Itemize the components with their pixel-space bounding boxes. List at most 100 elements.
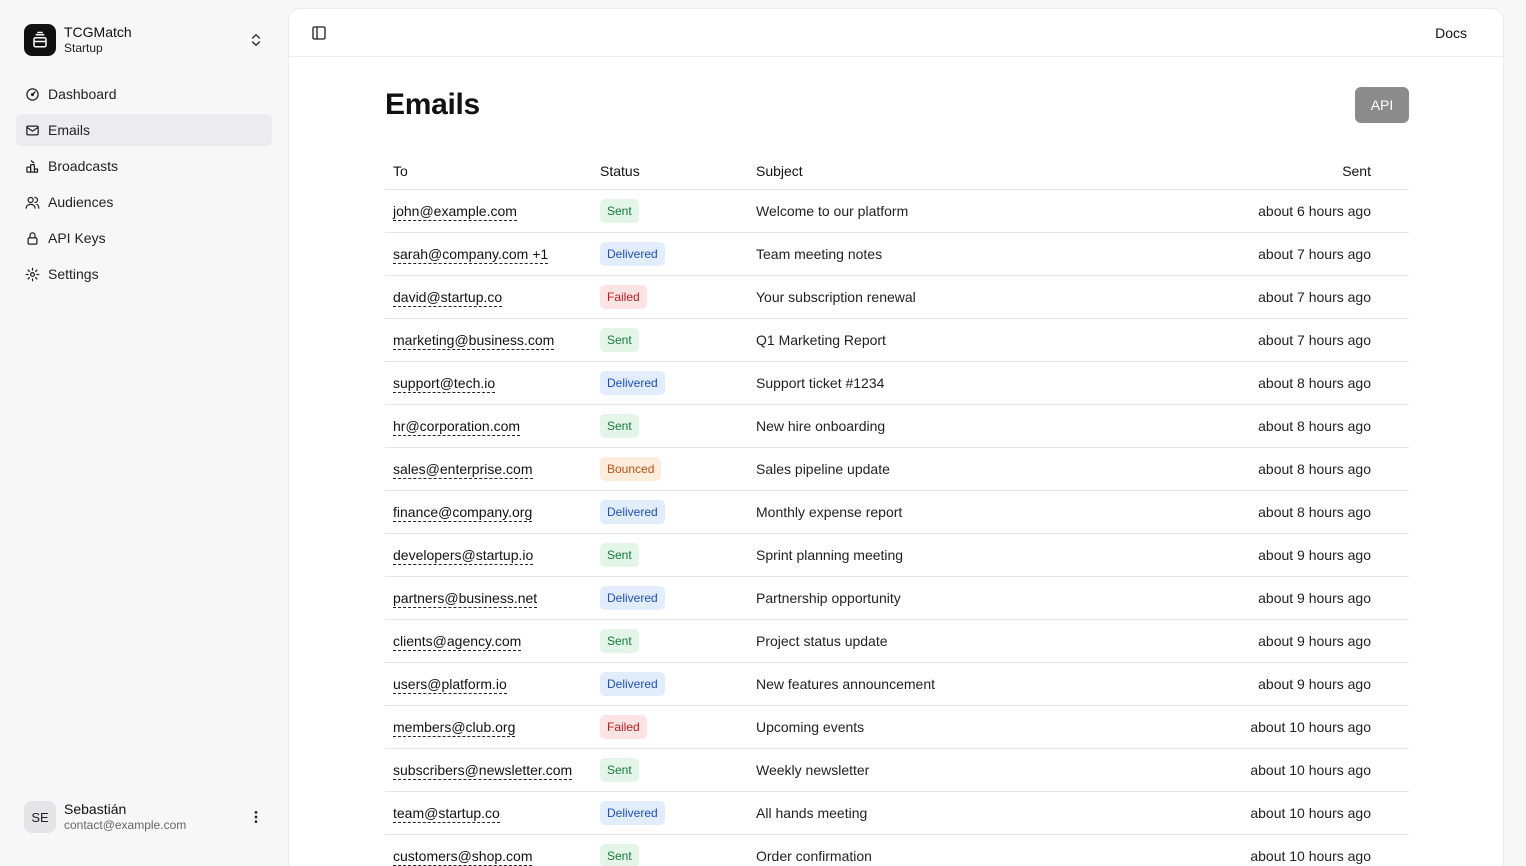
cell-status: Delivered — [592, 662, 748, 706]
table-row[interactable]: users@platform.io Delivered New features a… — [385, 662, 1409, 706]
cell-to: hr@corporation.com — [385, 404, 592, 448]
recipient-link[interactable]: marketing@business.com — [393, 331, 555, 350]
cell-status: Delivered — [592, 576, 748, 620]
status-badge: Sent — [600, 843, 639, 866]
cell-sent: about 8 hours ago — [1147, 490, 1409, 534]
cell-subject: Upcoming events — [748, 705, 1147, 749]
cell-status: Bounced — [592, 447, 748, 491]
column-header-status: Status — [592, 153, 748, 190]
cell-to: customers@shop.com — [385, 834, 592, 866]
recipient-link[interactable]: developers@startup.io — [393, 546, 534, 565]
cell-status: Delivered — [592, 490, 748, 534]
recipient-link[interactable]: members@club.org — [393, 718, 516, 737]
page-content: Emails API To Status Subject Sent john@e… — [385, 57, 1409, 866]
cell-sent: about 6 hours ago — [1147, 189, 1409, 233]
cell-status: Failed — [592, 275, 748, 319]
sidebar-item-settings[interactable]: Settings — [16, 258, 272, 290]
cell-sent: about 9 hours ago — [1147, 533, 1409, 577]
cell-subject: Weekly newsletter — [748, 748, 1147, 792]
status-badge: Delivered — [600, 671, 665, 696]
recipient-link[interactable]: david@startup.co — [393, 288, 503, 307]
avatar: SE — [24, 801, 56, 833]
column-header-sent: Sent — [1147, 153, 1409, 190]
cell-subject: Order confirmation — [748, 834, 1147, 866]
gauge-icon — [24, 86, 40, 102]
cell-status: Sent — [592, 533, 748, 577]
recipient-link[interactable]: hr@corporation.com — [393, 417, 521, 436]
recipient-link[interactable]: support@tech.io — [393, 374, 496, 393]
sidebar-item-api-keys[interactable]: API Keys — [16, 222, 272, 254]
status-badge: Sent — [600, 757, 639, 782]
cell-subject: All hands meeting — [748, 791, 1147, 835]
cell-subject: New features announcement — [748, 662, 1147, 706]
cell-subject: Sprint planning meeting — [748, 533, 1147, 577]
cell-subject: Sales pipeline update — [748, 447, 1147, 491]
recipient-link[interactable]: sales@enterprise.com — [393, 460, 533, 479]
cell-sent: about 8 hours ago — [1147, 447, 1409, 491]
status-badge: Failed — [600, 714, 647, 739]
table-row[interactable]: developers@startup.io Sent Sprint planning… — [385, 533, 1409, 577]
cell-to: finance@company.org — [385, 490, 592, 534]
recipient-link[interactable]: partners@business.net — [393, 589, 538, 608]
cell-status: Sent — [592, 318, 748, 362]
sidebar-item-label: Emails — [48, 122, 91, 138]
cell-to: marketing@business.com — [385, 318, 592, 362]
org-switcher[interactable]: TCGMatch Startup — [16, 16, 272, 64]
table-row[interactable]: support@tech.io Delivered Support ticket #… — [385, 361, 1409, 405]
table-row[interactable]: hr@corporation.com Sent New hire onboardin… — [385, 404, 1409, 448]
docs-link[interactable]: Docs — [1435, 25, 1467, 41]
status-badge: Delivered — [600, 585, 665, 610]
table-row[interactable]: marketing@business.com Sent Q1 Marketing R… — [385, 318, 1409, 362]
status-badge: Delivered — [600, 370, 665, 395]
recipient-link[interactable]: clients@agency.com — [393, 632, 522, 651]
sidebar-item-label: Broadcasts — [48, 158, 119, 174]
user-email: contact@example.com — [64, 818, 187, 833]
cell-to: members@club.org — [385, 705, 592, 749]
status-badge: Delivered — [600, 800, 665, 825]
table-row[interactable]: clients@agency.com Sent Project status upd… — [385, 619, 1409, 663]
recipient-link[interactable]: sarah@company.com +1 — [393, 245, 549, 264]
sidebar-item-dashboard[interactable]: Dashboard — [16, 78, 272, 110]
status-badge: Delivered — [600, 241, 665, 266]
cell-to: sarah@company.com +1 — [385, 232, 592, 276]
cell-subject: Project status update — [748, 619, 1147, 663]
table-row[interactable]: david@startup.co Failed Your subscription … — [385, 275, 1409, 319]
table-row[interactable]: sarah@company.com +1 Delivered Team meetin… — [385, 232, 1409, 276]
recipient-link[interactable]: finance@company.org — [393, 503, 533, 522]
cell-sent: about 7 hours ago — [1147, 275, 1409, 319]
recipient-link[interactable]: subscribers@newsletter.com — [393, 761, 573, 780]
cell-subject: Q1 Marketing Report — [748, 318, 1147, 362]
sidebar-item-audiences[interactable]: Audiences — [16, 186, 272, 218]
table-row[interactable]: sales@enterprise.com Bounced Sales pipelin… — [385, 447, 1409, 491]
cell-status: Delivered — [592, 361, 748, 405]
user-menu[interactable]: SE Sebastián contact@example.com — [16, 793, 272, 841]
sidebar-panel-icon — [311, 25, 327, 41]
table-row[interactable]: team@startup.co Delivered All hands meetin… — [385, 791, 1409, 835]
table-row[interactable]: subscribers@newsletter.com Sent Weekly new… — [385, 748, 1409, 792]
org-name: TCGMatch — [64, 24, 132, 41]
recipient-link[interactable]: users@platform.io — [393, 675, 507, 694]
table-row[interactable]: partners@business.net Delivered Partnershi… — [385, 576, 1409, 620]
cell-status: Sent — [592, 189, 748, 233]
lock-icon — [24, 230, 40, 246]
table-row[interactable]: members@club.org Failed Upcoming events abo… — [385, 705, 1409, 749]
sidebar-nav: Dashboard Emails Broadcasts Audiences AP… — [16, 78, 272, 294]
status-badge: Sent — [600, 198, 639, 223]
cell-sent: about 10 hours ago — [1147, 748, 1409, 792]
api-button[interactable]: API — [1355, 87, 1409, 123]
table-row[interactable]: finance@company.org Delivered Monthly expe… — [385, 490, 1409, 534]
cell-sent: about 8 hours ago — [1147, 361, 1409, 405]
table-row[interactable]: john@example.com Sent Welcome to our platf… — [385, 189, 1409, 233]
sidebar-item-label: Settings — [48, 266, 99, 282]
more-vertical-icon[interactable] — [248, 809, 264, 825]
recipient-link[interactable]: john@example.com — [393, 202, 517, 221]
recipient-link[interactable]: customers@shop.com — [393, 847, 533, 866]
sidebar-item-emails[interactable]: Emails — [16, 114, 272, 146]
column-header-to: To — [385, 153, 592, 190]
table-row[interactable]: customers@shop.com Sent Order confirmation… — [385, 834, 1409, 866]
recipient-link[interactable]: team@startup.co — [393, 804, 500, 823]
sidebar-item-broadcasts[interactable]: Broadcasts — [16, 150, 272, 182]
cell-status: Sent — [592, 834, 748, 866]
cell-subject: Welcome to our platform — [748, 189, 1147, 233]
sidebar-toggle-button[interactable] — [305, 19, 333, 47]
